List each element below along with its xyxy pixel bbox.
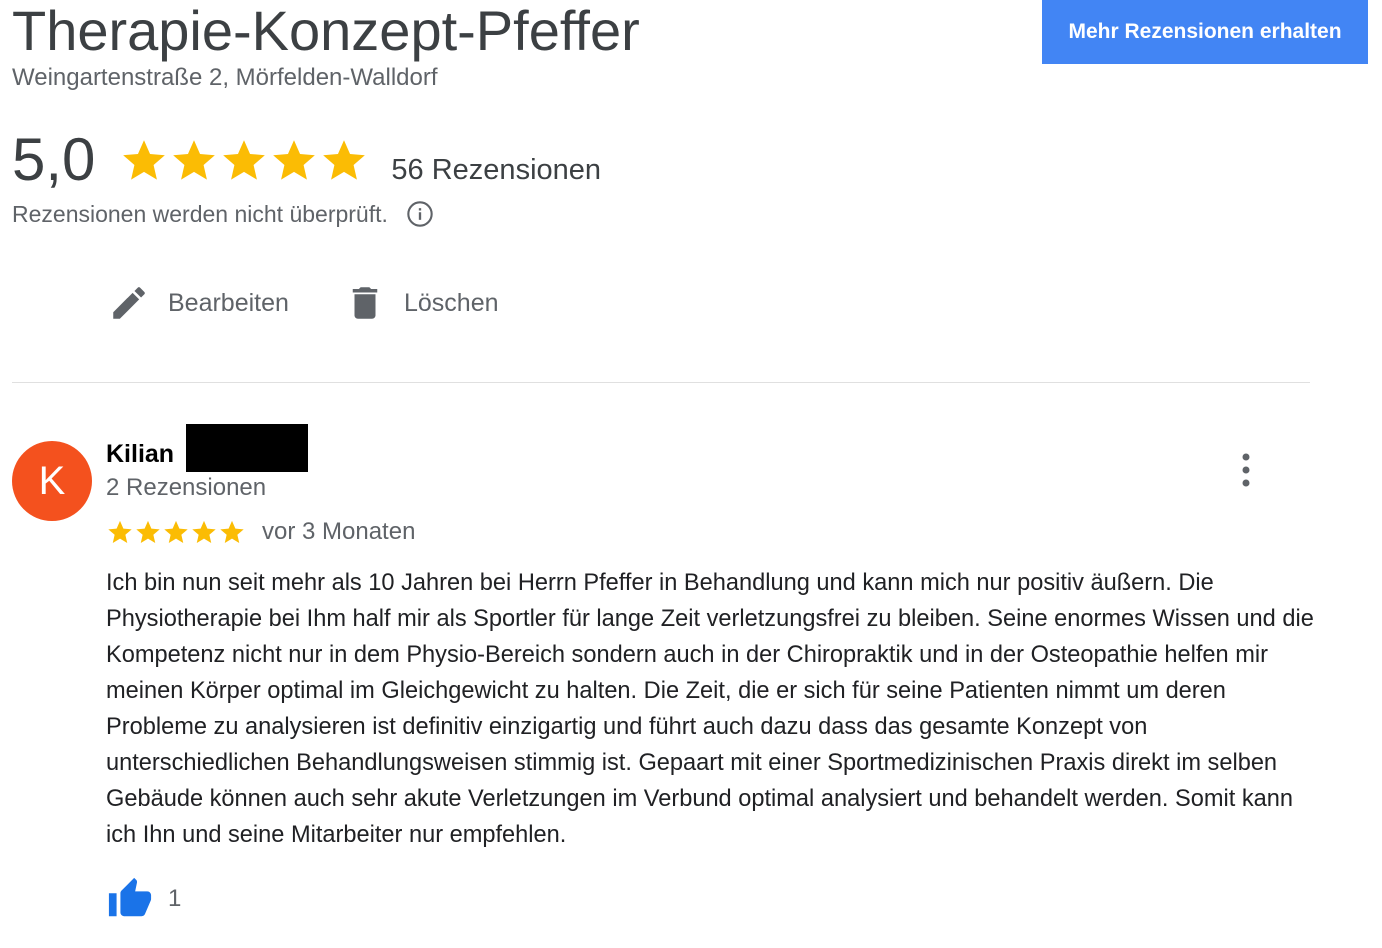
like-count: 1 — [168, 885, 182, 912]
star-icon — [164, 520, 188, 543]
star-icon — [223, 140, 266, 180]
edit-label: Bearbeiten — [168, 288, 289, 317]
reviewer-avatar[interactable]: K — [12, 441, 92, 521]
review-text: Ich bin nun seit mehr als 10 Jahren bei … — [106, 570, 1314, 848]
more-reviews-button[interactable]: Mehr Rezensionen erhalten — [1042, 0, 1368, 64]
star-icon — [108, 520, 132, 543]
star-icon — [123, 140, 166, 180]
business-name: Therapie-Konzept-Pfeffer — [12, 0, 640, 62]
unverified-disclaimer: Rezensionen werden nicht überprüft. — [12, 200, 434, 228]
section-divider — [12, 382, 1310, 383]
thumbs-up-icon — [108, 877, 152, 917]
redacted-surname — [186, 424, 308, 472]
info-icon[interactable] — [406, 200, 434, 228]
more-vert-icon[interactable] — [1236, 452, 1256, 488]
pencil-icon — [113, 287, 145, 319]
star-icon — [273, 140, 316, 180]
review-stars — [106, 518, 246, 546]
review-meta: vor 3 Monaten — [106, 518, 415, 546]
delete-label: Löschen — [404, 288, 499, 317]
business-address: Weingartenstraße 2, Mörfelden-Walldorf — [12, 64, 438, 91]
edit-button[interactable]: Bearbeiten — [108, 282, 289, 324]
trash-icon — [352, 287, 378, 319]
star-icon — [192, 520, 216, 543]
rating-value: 5,0 — [12, 126, 96, 193]
reviewer-review-count: 2 Rezensionen — [106, 474, 267, 501]
reviewer-name[interactable]: Kilian — [106, 440, 174, 469]
review-date: vor 3 Monaten — [262, 518, 416, 545]
rating-stars — [119, 135, 369, 185]
star-icon — [136, 520, 160, 543]
star-icon — [323, 140, 366, 180]
like-button[interactable]: 1 — [106, 876, 181, 922]
delete-button[interactable]: Löschen — [344, 282, 499, 324]
rating-summary: 5,0 56 Rezensionen — [12, 124, 601, 196]
review-count-link[interactable]: 56 Rezensionen — [391, 154, 601, 187]
star-icon — [173, 140, 216, 180]
star-icon — [220, 520, 244, 543]
disclaimer-text: Rezensionen werden nicht überprüft. — [12, 200, 388, 227]
